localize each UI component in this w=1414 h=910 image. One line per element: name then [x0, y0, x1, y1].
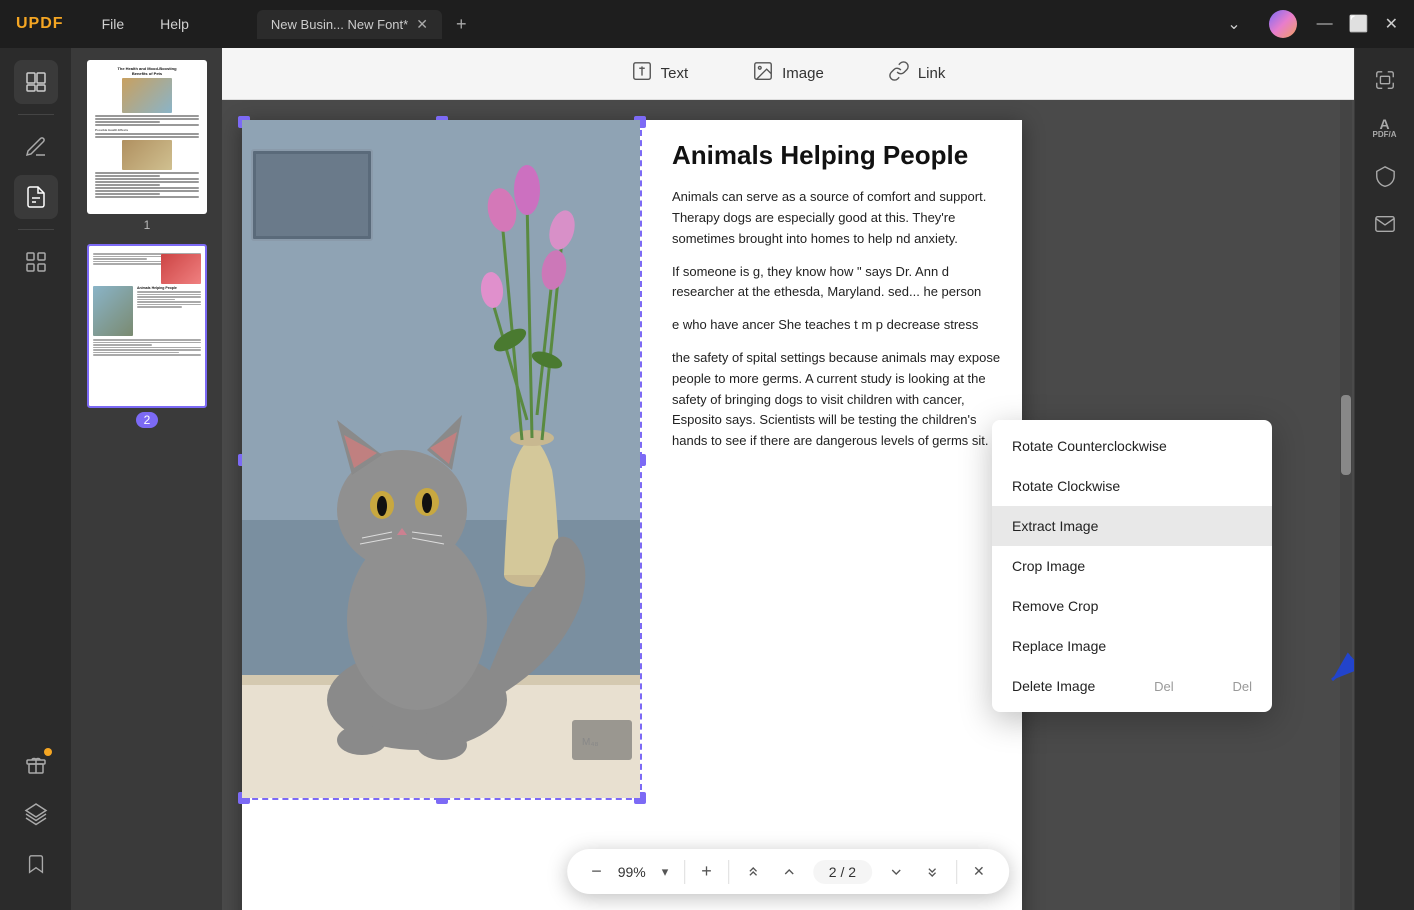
sidebar-item-layers[interactable] — [14, 792, 58, 836]
sidebar-divider-1 — [18, 114, 54, 115]
toolbar: Text Image Link — [222, 48, 1354, 100]
thumb-image-1: The Health and Mood-BoostingBenefits of … — [87, 60, 207, 214]
page-info: 2 / 2 — [813, 860, 872, 884]
zoom-level-display: 99% — [618, 864, 646, 880]
image-tool-icon — [752, 60, 774, 87]
scrollbar-thumb[interactable] — [1341, 395, 1351, 475]
thumb-image-2: Animals Helping People — [87, 244, 207, 408]
link-tool-label: Link — [918, 65, 946, 82]
article-text: Animals can serve as a source of comfort… — [672, 187, 1002, 452]
ctx-delete-image[interactable]: Delete Image Del Del — [992, 666, 1272, 706]
gift-badge — [44, 748, 52, 756]
ctx-crop-image[interactable]: Crop Image — [992, 546, 1272, 586]
zoom-dropdown-button[interactable]: ▾ — [658, 860, 673, 884]
image-tool-label: Image — [782, 65, 824, 82]
toolbar-separator-2 — [728, 860, 729, 884]
nav-first-button[interactable] — [741, 860, 765, 884]
sidebar-item-pages[interactable] — [14, 60, 58, 104]
tab-name: New Busin... New Font* — [271, 17, 408, 32]
main-area: The Health and Mood-BoostingBenefits of … — [0, 48, 1414, 910]
sidebar-divider-2 — [18, 229, 54, 230]
cat-photo: M₄₈ — [242, 120, 640, 798]
app-logo: UPDF — [16, 15, 64, 33]
sidebar-item-organize[interactable] — [14, 240, 58, 284]
ctx-replace-image[interactable]: Replace Image — [992, 626, 1272, 666]
toolbar-separator-3 — [956, 860, 957, 884]
security-button[interactable] — [1365, 156, 1405, 196]
minimize-button[interactable]: — — [1317, 15, 1333, 33]
thumb-page-num-2: 2 — [136, 412, 159, 428]
nav-down-button[interactable] — [884, 860, 908, 884]
sidebar-item-edit[interactable] — [14, 125, 58, 169]
file-menu[interactable]: File — [94, 12, 133, 36]
tab-close-button[interactable]: ✕ — [416, 16, 428, 33]
ctx-rotate-ccw[interactable]: Rotate Counterclockwise — [992, 426, 1272, 466]
add-tab-button[interactable]: + — [450, 14, 473, 35]
help-menu[interactable]: Help — [152, 12, 197, 36]
toolbar-separator-1 — [684, 860, 685, 884]
dropdown-button[interactable]: ⌄ — [1227, 14, 1240, 34]
image-tool-button[interactable]: Image — [736, 54, 840, 93]
link-tool-button[interactable]: Link — [872, 54, 962, 93]
svg-text:M₄₈: M₄₈ — [582, 737, 599, 748]
zoom-out-button[interactable]: − — [587, 857, 606, 886]
context-menu: Rotate Counterclockwise Rotate Clockwise… — [992, 420, 1272, 712]
avatar[interactable] — [1269, 10, 1297, 38]
thumbnail-panel: The Health and Mood-BoostingBenefits of … — [72, 48, 222, 910]
text-tool-icon — [631, 60, 653, 87]
ctx-remove-crop[interactable]: Remove Crop — [992, 586, 1272, 626]
article-title: Animals Helping People — [672, 140, 1002, 171]
text-tool-label: Text — [661, 65, 689, 82]
thumb-page-num-1: 1 — [144, 218, 151, 232]
email-button[interactable] — [1365, 204, 1405, 244]
sidebar-item-gift[interactable] — [14, 742, 58, 786]
content-area: M₄₈ Animals Helping People Animals can s… — [222, 100, 1354, 910]
bottom-toolbar: − 99% ▾ + 2 / 2 — [567, 849, 1009, 894]
pdf-convert-button[interactable]: A PDF/A — [1365, 108, 1405, 148]
ctx-rotate-cw[interactable]: Rotate Clockwise — [992, 466, 1272, 506]
article-content: Animals Helping People Animals can serve… — [652, 120, 1022, 472]
active-tab[interactable]: New Busin... New Font* ✕ — [257, 10, 442, 39]
window-controls: — ⬜ ✕ — [1317, 14, 1398, 34]
toolbar-close-button[interactable]: ✕ — [969, 859, 989, 884]
right-sidebar: A PDF/A — [1354, 48, 1414, 910]
thumbnail-page-2[interactable]: Animals Helping People — [80, 244, 214, 428]
delete-shortcut: Del — [1154, 679, 1174, 694]
titlebar: UPDF File Help New Busin... New Font* ✕ … — [0, 0, 1414, 48]
link-tool-icon — [888, 60, 910, 87]
sidebar-item-annotate[interactable] — [14, 175, 58, 219]
text-tool-button[interactable]: Text — [615, 54, 705, 93]
thumbnail-page-1[interactable]: The Health and Mood-BoostingBenefits of … — [80, 60, 214, 232]
scan-button[interactable] — [1365, 60, 1405, 100]
delete-key-label: Del — [1232, 679, 1252, 694]
tab-bar: New Busin... New Font* ✕ + — [257, 10, 1207, 39]
close-window-button[interactable]: ✕ — [1385, 14, 1398, 34]
maximize-button[interactable]: ⬜ — [1349, 14, 1369, 34]
left-sidebar — [0, 48, 72, 910]
nav-up-button[interactable] — [777, 860, 801, 884]
sidebar-item-bookmark[interactable] — [14, 842, 58, 886]
nav-last-button[interactable] — [920, 860, 944, 884]
zoom-in-button[interactable]: + — [697, 857, 716, 886]
ctx-extract-image[interactable]: Extract Image — [992, 506, 1272, 546]
pdf-page: M₄₈ Animals Helping People Animals can s… — [242, 120, 1022, 910]
vertical-scrollbar[interactable] — [1340, 52, 1352, 910]
